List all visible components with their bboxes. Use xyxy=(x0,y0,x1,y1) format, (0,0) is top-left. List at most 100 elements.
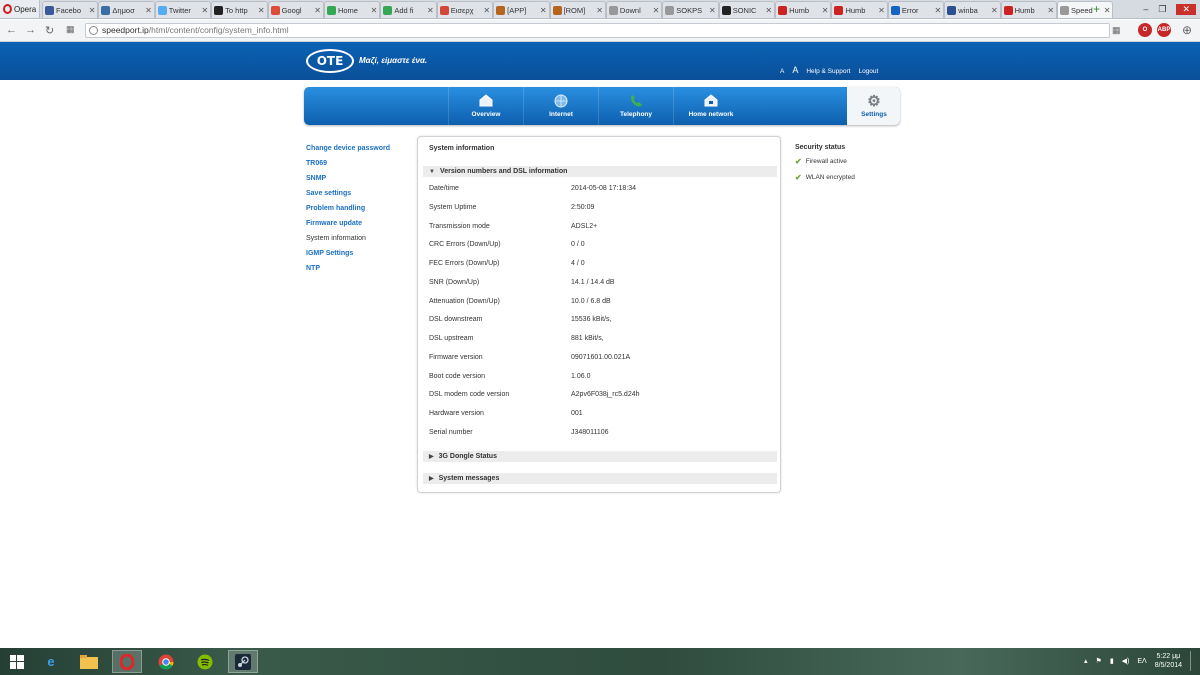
browser-tab[interactable]: winba ✕ xyxy=(944,1,1001,18)
sidebar-item[interactable]: TR069 xyxy=(306,159,390,174)
info-row: SNR (Down/Up) 14.1 / 14.4 dB xyxy=(429,279,769,298)
browser-tab[interactable]: Humb ✕ xyxy=(831,1,888,18)
browser-tab[interactable]: Error ✕ xyxy=(887,1,945,18)
opera-extension-icon[interactable]: O xyxy=(1138,23,1152,37)
tab-close-icon[interactable]: ✕ xyxy=(1047,6,1054,15)
info-value: 09071601.00.021A xyxy=(571,353,631,361)
tab-title: Δημοσ xyxy=(112,5,135,15)
ote-logo[interactable]: ΟΤΕ xyxy=(306,49,354,73)
tab-close-icon[interactable]: ✕ xyxy=(596,6,603,15)
browser-tab[interactable]: Δημοσ ✕ xyxy=(98,1,155,18)
tab-close-icon[interactable]: ✕ xyxy=(89,6,96,15)
reload-icon[interactable]: ↻ xyxy=(45,24,54,37)
section-system-messages[interactable]: ▶ System messages xyxy=(423,473,777,484)
spotify-icon[interactable] xyxy=(190,650,220,673)
url-field[interactable]: speedport.ip/html/content/config/system_… xyxy=(85,23,1110,38)
tab-close-icon[interactable]: ✕ xyxy=(1104,6,1111,15)
font-larger-button[interactable]: A xyxy=(792,65,798,75)
language-indicator[interactable]: ΕΛ xyxy=(1137,658,1146,665)
action-center-icon[interactable]: ⚑ xyxy=(1096,657,1102,665)
browser-tab[interactable]: Speed ✕ xyxy=(1057,1,1114,18)
browser-tab[interactable]: Humb ✕ xyxy=(1000,1,1058,18)
tab-close-icon[interactable]: ✕ xyxy=(145,6,152,15)
back-icon[interactable]: ← xyxy=(6,24,17,36)
help-support-link[interactable]: Help & Support xyxy=(806,68,850,75)
check-icon: ✔ xyxy=(795,173,802,182)
opera-taskbar-icon[interactable] xyxy=(112,650,142,673)
browser-tab[interactable]: Humb ✕ xyxy=(775,1,832,18)
sidebar-item[interactable]: Firmware update xyxy=(306,219,390,234)
taskbar-clock[interactable]: 5:22 μμ 8/5/2014 xyxy=(1155,652,1182,670)
logout-link[interactable]: Logout xyxy=(858,68,878,75)
section-3g-dongle[interactable]: ▶ 3G Dongle Status xyxy=(423,451,777,462)
nav-settings[interactable]: ⚙ Settings xyxy=(847,87,900,125)
tab-close-icon[interactable]: ✕ xyxy=(653,6,660,15)
new-tab-button[interactable]: + xyxy=(1093,2,1100,16)
browser-tab[interactable]: Home ✕ xyxy=(323,1,381,18)
network-icon[interactable]: ▮ xyxy=(1110,657,1114,665)
close-window-icon[interactable]: ✕ xyxy=(1176,3,1196,15)
chrome-icon[interactable] xyxy=(151,650,181,673)
show-desktop-button[interactable] xyxy=(1190,651,1194,671)
sidebar-item[interactable]: IGMP Settings xyxy=(306,249,390,264)
tab-close-icon[interactable]: ✕ xyxy=(483,6,490,15)
internet-explorer-icon[interactable]: e xyxy=(36,650,66,673)
tab-close-icon[interactable]: ✕ xyxy=(709,6,716,15)
sidebar-item[interactable]: Problem handling xyxy=(306,204,390,219)
browser-tab[interactable]: SONIC ✕ xyxy=(718,1,776,18)
tab-close-icon[interactable]: ✕ xyxy=(314,6,321,15)
browser-tab[interactable]: Facebo ✕ xyxy=(42,1,99,18)
info-row: Date/time 2014-05-08 17:18:34 xyxy=(429,185,769,204)
tab-close-icon[interactable]: ✕ xyxy=(371,6,378,15)
info-label: Attenuation (Down/Up) xyxy=(429,297,500,305)
site-info-icon[interactable] xyxy=(89,26,98,35)
info-row: FEC Errors (Down/Up) 4 / 0 xyxy=(429,260,769,279)
nav-telephony[interactable]: Telephony xyxy=(598,87,673,125)
tab-favicon-icon xyxy=(326,5,336,15)
browser-tab[interactable]: Εισερχ ✕ xyxy=(436,1,494,18)
browser-tab[interactable]: [APP] ✕ xyxy=(493,1,550,18)
tile-icon[interactable]: ▦ xyxy=(1112,25,1121,36)
steam-icon[interactable] xyxy=(228,650,258,673)
restore-icon[interactable]: ❐ xyxy=(1158,4,1166,15)
tab-close-icon[interactable]: ✕ xyxy=(201,6,208,15)
download-icon[interactable]: ⊕ xyxy=(1182,23,1192,37)
nav-home-network[interactable]: Home network xyxy=(673,87,748,125)
tab-close-icon[interactable]: ✕ xyxy=(935,6,942,15)
tray-expand-icon[interactable]: ▴ xyxy=(1084,657,1088,665)
browser-tab[interactable]: Twitter ✕ xyxy=(154,1,212,18)
tab-close-icon[interactable]: ✕ xyxy=(878,6,885,15)
file-explorer-icon[interactable] xyxy=(74,650,104,673)
nav-internet[interactable]: Internet xyxy=(523,87,598,125)
speed-dial-icon[interactable]: ▦ xyxy=(66,24,75,35)
browser-tab[interactable]: To http ✕ xyxy=(211,1,268,18)
tab-close-icon[interactable]: ✕ xyxy=(991,6,998,15)
tab-close-icon[interactable]: ✕ xyxy=(427,6,434,15)
tab-favicon-icon xyxy=(890,5,900,15)
opera-menu-button[interactable]: Opera xyxy=(0,0,40,18)
nav-overview[interactable]: Overview xyxy=(448,87,523,125)
sidebar-item[interactable]: Change device password xyxy=(306,144,390,159)
tab-close-icon[interactable]: ✕ xyxy=(765,6,772,15)
tab-close-icon[interactable]: ✕ xyxy=(822,6,829,15)
sidebar-item[interactable]: SNMP xyxy=(306,174,390,189)
start-button-icon[interactable] xyxy=(2,650,32,673)
font-smaller-button[interactable]: A xyxy=(780,68,784,75)
forward-icon[interactable]: → xyxy=(25,24,36,36)
address-bar: ← → ↻ ▦ speedport.ip/html/content/config… xyxy=(0,20,1200,42)
volume-icon[interactable]: ◀) xyxy=(1122,657,1130,665)
browser-tab[interactable]: Downl ✕ xyxy=(605,1,663,18)
sidebar-item[interactable]: System information xyxy=(306,234,390,249)
adblock-plus-icon[interactable]: ABP xyxy=(1157,23,1171,37)
section-version-dsl[interactable]: ▼ Version numbers and DSL information xyxy=(423,166,777,177)
sidebar-item[interactable]: Save settings xyxy=(306,189,390,204)
browser-tab[interactable]: [ROM] ✕ xyxy=(549,1,606,18)
tab-close-icon[interactable]: ✕ xyxy=(540,6,547,15)
browser-tab[interactable]: SOKPS ✕ xyxy=(662,1,719,18)
sidebar-item[interactable]: NTP xyxy=(306,264,390,279)
tab-close-icon[interactable]: ✕ xyxy=(258,6,265,15)
info-label: SNR (Down/Up) xyxy=(429,278,480,286)
browser-tab[interactable]: Add fi ✕ xyxy=(380,1,437,18)
browser-tab[interactable]: Googl ✕ xyxy=(267,1,324,18)
minimize-icon[interactable]: – xyxy=(1143,4,1148,14)
